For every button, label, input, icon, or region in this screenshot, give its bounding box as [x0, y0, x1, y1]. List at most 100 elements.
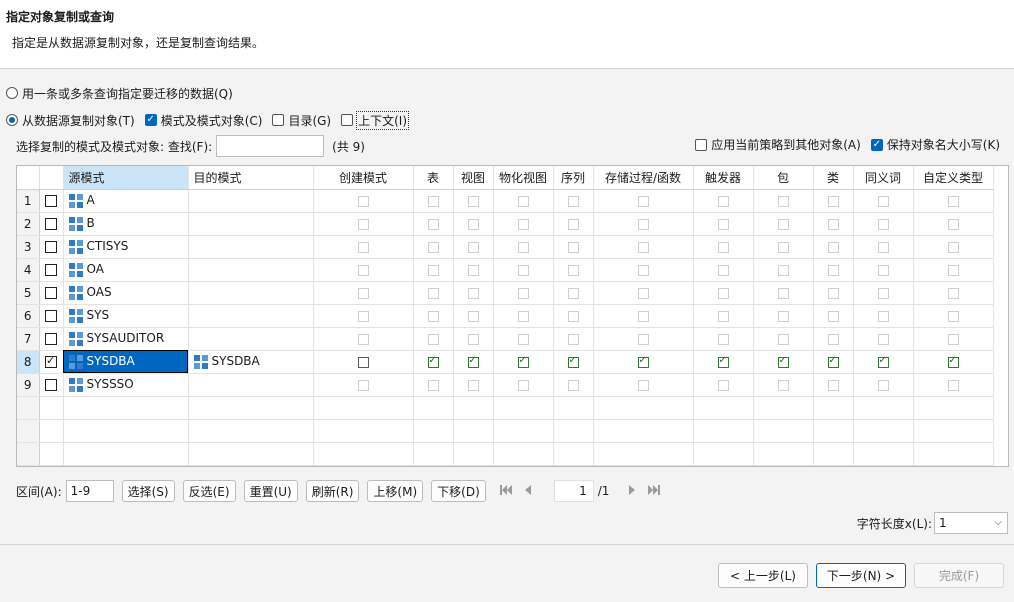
object-type-checkbox[interactable]: [467, 264, 479, 276]
object-type-cell[interactable]: [593, 281, 694, 305]
row-checkbox[interactable]: [45, 333, 57, 345]
object-type-cell[interactable]: [813, 212, 854, 236]
prev-page-icon[interactable]: [523, 484, 533, 499]
reset-button[interactable]: 重置(U): [243, 480, 298, 502]
object-type-cell[interactable]: [913, 258, 994, 282]
source-schema-cell[interactable]: B: [63, 212, 189, 236]
object-type-cell[interactable]: [853, 281, 914, 305]
table-row[interactable]: 6 SYS: [17, 304, 994, 328]
object-type-cell[interactable]: [413, 373, 454, 397]
row-select-cell[interactable]: [39, 258, 64, 282]
context-checkbox[interactable]: [341, 114, 354, 126]
object-type-checkbox[interactable]: [717, 355, 729, 368]
object-type-cell[interactable]: [553, 350, 594, 374]
create-schema-checkbox[interactable]: [357, 218, 369, 230]
object-type-checkbox[interactable]: [517, 195, 529, 207]
object-type-cell[interactable]: [753, 189, 814, 213]
object-type-checkbox[interactable]: [517, 379, 529, 391]
object-type-cell[interactable]: [413, 304, 454, 328]
target-schema-cell[interactable]: [188, 373, 314, 397]
object-type-checkbox[interactable]: [427, 355, 439, 368]
object-type-checkbox[interactable]: [877, 218, 889, 230]
row-select-cell[interactable]: [39, 212, 64, 236]
object-type-cell[interactable]: [853, 258, 914, 282]
object-type-cell[interactable]: [493, 350, 554, 374]
object-type-cell[interactable]: [453, 235, 494, 259]
object-type-checkbox[interactable]: [717, 264, 729, 276]
object-type-cell[interactable]: [853, 327, 914, 351]
object-type-cell[interactable]: [413, 281, 454, 305]
object-type-cell[interactable]: [493, 212, 554, 236]
object-type-checkbox[interactable]: [427, 195, 439, 207]
catalog-option[interactable]: 目录(G): [272, 112, 331, 129]
object-type-cell[interactable]: [593, 304, 694, 328]
object-type-cell[interactable]: [693, 189, 754, 213]
row-checkbox[interactable]: [45, 310, 57, 322]
create-schema-cell[interactable]: [313, 373, 414, 397]
create-schema-cell[interactable]: [313, 281, 414, 305]
object-type-cell[interactable]: [913, 327, 994, 351]
object-type-checkbox[interactable]: [947, 287, 959, 299]
apply-policy-checkbox[interactable]: [695, 138, 708, 151]
col-header-sequence[interactable]: 序列: [553, 166, 594, 190]
object-type-cell[interactable]: [913, 212, 994, 236]
object-type-checkbox[interactable]: [567, 218, 579, 230]
object-type-cell[interactable]: [453, 189, 494, 213]
create-schema-checkbox[interactable]: [357, 310, 369, 322]
object-type-cell[interactable]: [593, 212, 694, 236]
object-type-checkbox[interactable]: [777, 287, 789, 299]
object-type-cell[interactable]: [413, 189, 454, 213]
object-type-cell[interactable]: [853, 373, 914, 397]
object-type-checkbox[interactable]: [717, 333, 729, 345]
object-type-cell[interactable]: [493, 304, 554, 328]
object-type-cell[interactable]: [693, 304, 754, 328]
object-type-checkbox[interactable]: [827, 287, 839, 299]
col-header-class[interactable]: 类: [813, 166, 854, 190]
object-type-cell[interactable]: [453, 304, 494, 328]
object-type-checkbox[interactable]: [637, 195, 649, 207]
move-up-button[interactable]: 上移(M): [367, 480, 424, 502]
create-schema-cell[interactable]: [313, 350, 414, 374]
object-type-cell[interactable]: [813, 327, 854, 351]
object-type-checkbox[interactable]: [517, 310, 529, 322]
object-type-cell[interactable]: [553, 212, 594, 236]
object-type-cell[interactable]: [813, 258, 854, 282]
char-length-select[interactable]: 1 ⌵: [934, 512, 1008, 534]
object-type-cell[interactable]: [913, 235, 994, 259]
object-type-checkbox[interactable]: [467, 287, 479, 299]
source-schema-cell[interactable]: A: [63, 189, 189, 213]
create-schema-cell[interactable]: [313, 304, 414, 328]
object-type-checkbox[interactable]: [877, 264, 889, 276]
object-type-checkbox[interactable]: [947, 355, 959, 368]
object-type-cell[interactable]: [813, 235, 854, 259]
object-type-checkbox[interactable]: [877, 333, 889, 345]
object-type-checkbox[interactable]: [777, 241, 789, 253]
object-type-cell[interactable]: [413, 235, 454, 259]
object-type-checkbox[interactable]: [947, 195, 959, 207]
object-type-checkbox[interactable]: [947, 310, 959, 322]
next-step-button[interactable]: 下一步(N) >: [816, 563, 906, 588]
col-header-mview[interactable]: 物化视图: [493, 166, 554, 190]
object-type-cell[interactable]: [693, 350, 754, 374]
object-type-checkbox[interactable]: [427, 310, 439, 322]
source-schema-cell[interactable]: SYS: [63, 304, 189, 328]
object-type-cell[interactable]: [493, 235, 554, 259]
next-page-icon[interactable]: [627, 484, 637, 499]
finish-button[interactable]: 完成(F): [914, 563, 1004, 588]
object-type-checkbox[interactable]: [947, 241, 959, 253]
object-type-checkbox[interactable]: [717, 241, 729, 253]
object-type-cell[interactable]: [553, 258, 594, 282]
object-type-cell[interactable]: [753, 373, 814, 397]
object-type-checkbox[interactable]: [947, 379, 959, 391]
row-select-cell[interactable]: [39, 235, 64, 259]
object-type-cell[interactable]: [593, 373, 694, 397]
target-schema-cell[interactable]: [188, 189, 314, 213]
object-type-checkbox[interactable]: [947, 218, 959, 230]
object-type-checkbox[interactable]: [637, 333, 649, 345]
object-type-cell[interactable]: [693, 281, 754, 305]
object-type-checkbox[interactable]: [877, 379, 889, 391]
object-type-checkbox[interactable]: [777, 310, 789, 322]
object-type-checkbox[interactable]: [877, 195, 889, 207]
object-type-checkbox[interactable]: [637, 355, 649, 368]
query-radio-option[interactable]: 用一条或多条查询指定要迁移的数据(Q): [6, 84, 233, 102]
